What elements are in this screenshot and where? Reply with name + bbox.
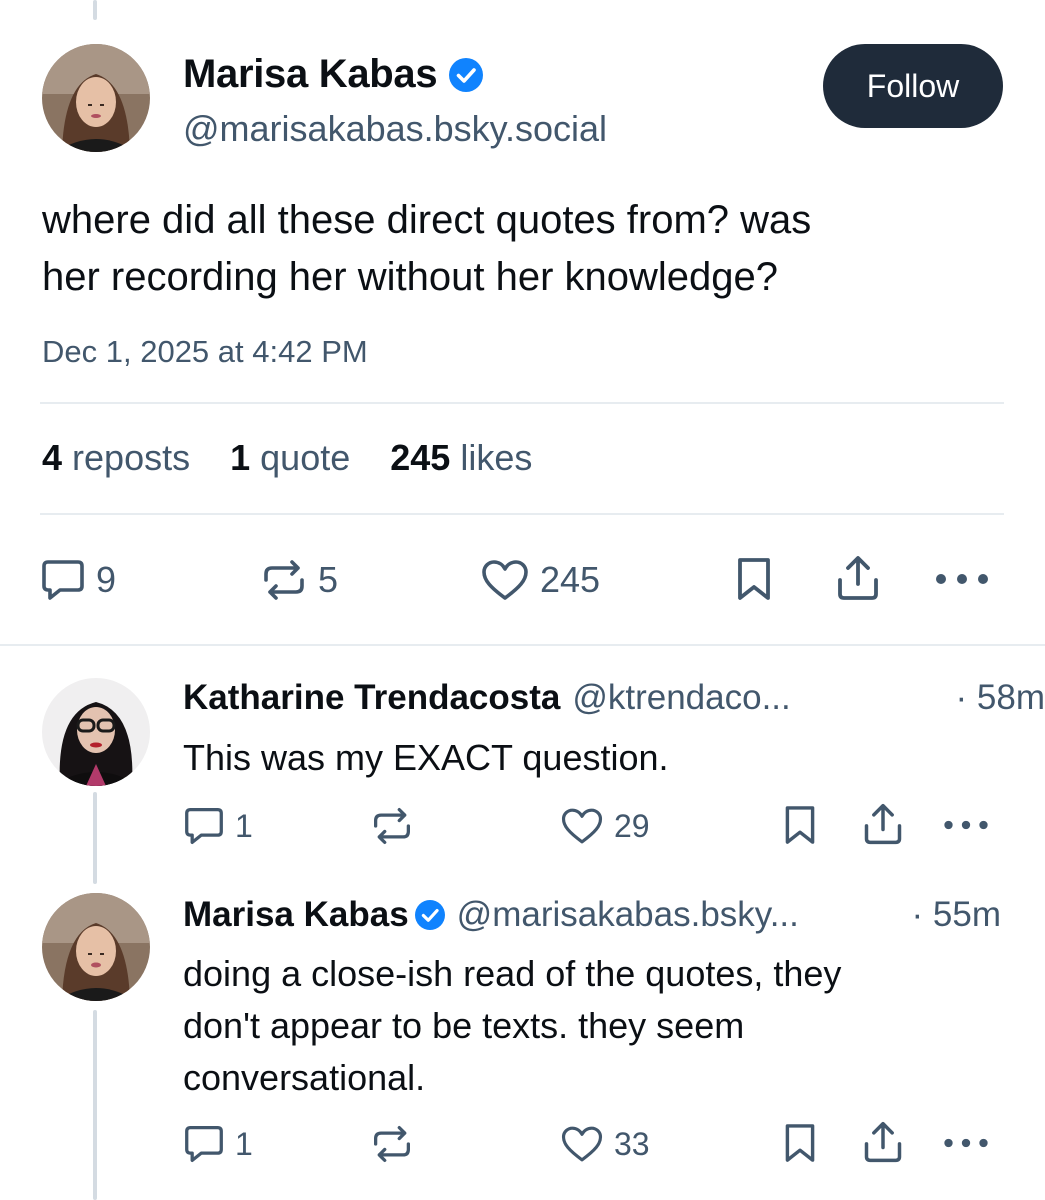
verified-badge-icon [449,57,484,92]
thread-line-top [93,0,97,20]
repost-icon [374,1126,410,1162]
repost-count: 5 [318,559,339,600]
repost-icon [374,808,410,844]
post-text-line: where did all these direct quotes from? … [42,198,812,242]
more-button[interactable] [935,573,989,585]
reply-text: doing a close-ish read of the quotes, th… [183,948,1003,1104]
repost-button[interactable] [370,1124,414,1164]
reply-button[interactable]: 1 [183,1124,253,1164]
likes-label: likes [460,437,533,478]
divider [40,402,1004,404]
thread-line [93,792,97,884]
reply-text-line: don't appear to be texts. they seem [183,1005,745,1046]
comment-icon [42,560,84,600]
quotes-count: 1 [230,437,251,478]
reposts-label: reposts [72,437,191,478]
reply-header: Marisa Kabas @marisakabas.bsky... · 55m [183,895,1001,935]
more-button[interactable] [942,1138,990,1148]
comment-icon [185,808,223,844]
more-button[interactable] [942,820,990,830]
reply-button[interactable]: 9 [40,558,116,602]
reply-count: 1 [235,807,253,844]
like-count: 245 [540,559,601,600]
heart-icon [561,1126,603,1162]
post-timestamp: Dec 1, 2025 at 4:42 PM [42,334,368,369]
author-name[interactable]: Marisa Kabas [183,52,438,97]
divider [0,644,1045,646]
reply-count: 1 [235,1125,253,1162]
quotes-label: quote [260,437,351,478]
reply-text-line: conversational. [183,1057,426,1098]
likes-stat[interactable]: 245 likes [390,437,532,479]
repost-icon [264,560,304,600]
comment-icon [185,1126,223,1162]
reply-avatar[interactable] [42,893,150,1001]
heart-icon [561,808,603,844]
repost-button[interactable] [370,806,414,846]
reply-button[interactable]: 1 [183,806,253,846]
post-stats: 4 reposts 1 quote 245 likes [42,437,532,479]
reply-time[interactable]: · 58m [956,678,1045,718]
divider [40,513,1004,515]
share-icon [864,1121,902,1163]
reply-text: This was my EXACT question. [183,737,669,778]
more-icon [944,820,988,830]
post-text-line: her recording her without her knowledge? [42,255,778,299]
reply-author-name[interactable]: Katharine Trendacosta [183,678,560,718]
reply-author-handle[interactable]: @marisakabas.bsky... [457,895,799,935]
reply-time[interactable]: · 55m [912,895,1001,935]
share-button[interactable] [861,802,905,846]
share-button[interactable] [861,1120,905,1164]
thread-line [93,1010,97,1200]
bookmark-icon [785,806,815,844]
reposts-count: 4 [42,437,63,478]
bookmark-button[interactable] [734,556,774,602]
share-button[interactable] [834,554,882,602]
bookmark-icon [738,558,770,600]
share-icon [838,556,878,600]
bookmark-icon [785,1124,815,1162]
like-count: 29 [614,807,650,844]
likes-count: 245 [390,437,451,478]
more-icon [936,574,988,584]
bookmark-button[interactable] [782,804,818,846]
author-handle[interactable]: @marisakabas.bsky.social [183,108,607,150]
reply-author-name[interactable]: Marisa Kabas [183,895,409,935]
reply-text-line: doing a close-ish read of the quotes, th… [183,953,842,994]
repost-button[interactable]: 5 [260,558,338,602]
reply-author-handle[interactable]: @ktrendaco... [572,678,790,718]
author-avatar[interactable] [42,44,150,152]
more-icon [944,1138,988,1148]
heart-icon [482,560,528,600]
reply-avatar[interactable] [42,678,150,786]
verified-badge-icon [414,900,445,930]
like-button[interactable]: 29 [560,806,650,846]
reply-header: Katharine Trendacosta @ktrendaco... · 58… [183,678,1045,718]
bookmark-button[interactable] [782,1122,818,1164]
like-button[interactable]: 245 [480,558,600,602]
share-icon [864,803,902,845]
follow-button[interactable]: Follow [823,44,1003,128]
post-text: where did all these direct quotes from? … [42,192,1002,306]
like-count: 33 [614,1125,650,1162]
like-button[interactable]: 33 [560,1124,650,1164]
reply-count: 9 [96,559,117,600]
reposts-stat[interactable]: 4 reposts [42,437,190,479]
author-name-row: Marisa Kabas [183,52,484,97]
quotes-stat[interactable]: 1 quote [230,437,350,479]
